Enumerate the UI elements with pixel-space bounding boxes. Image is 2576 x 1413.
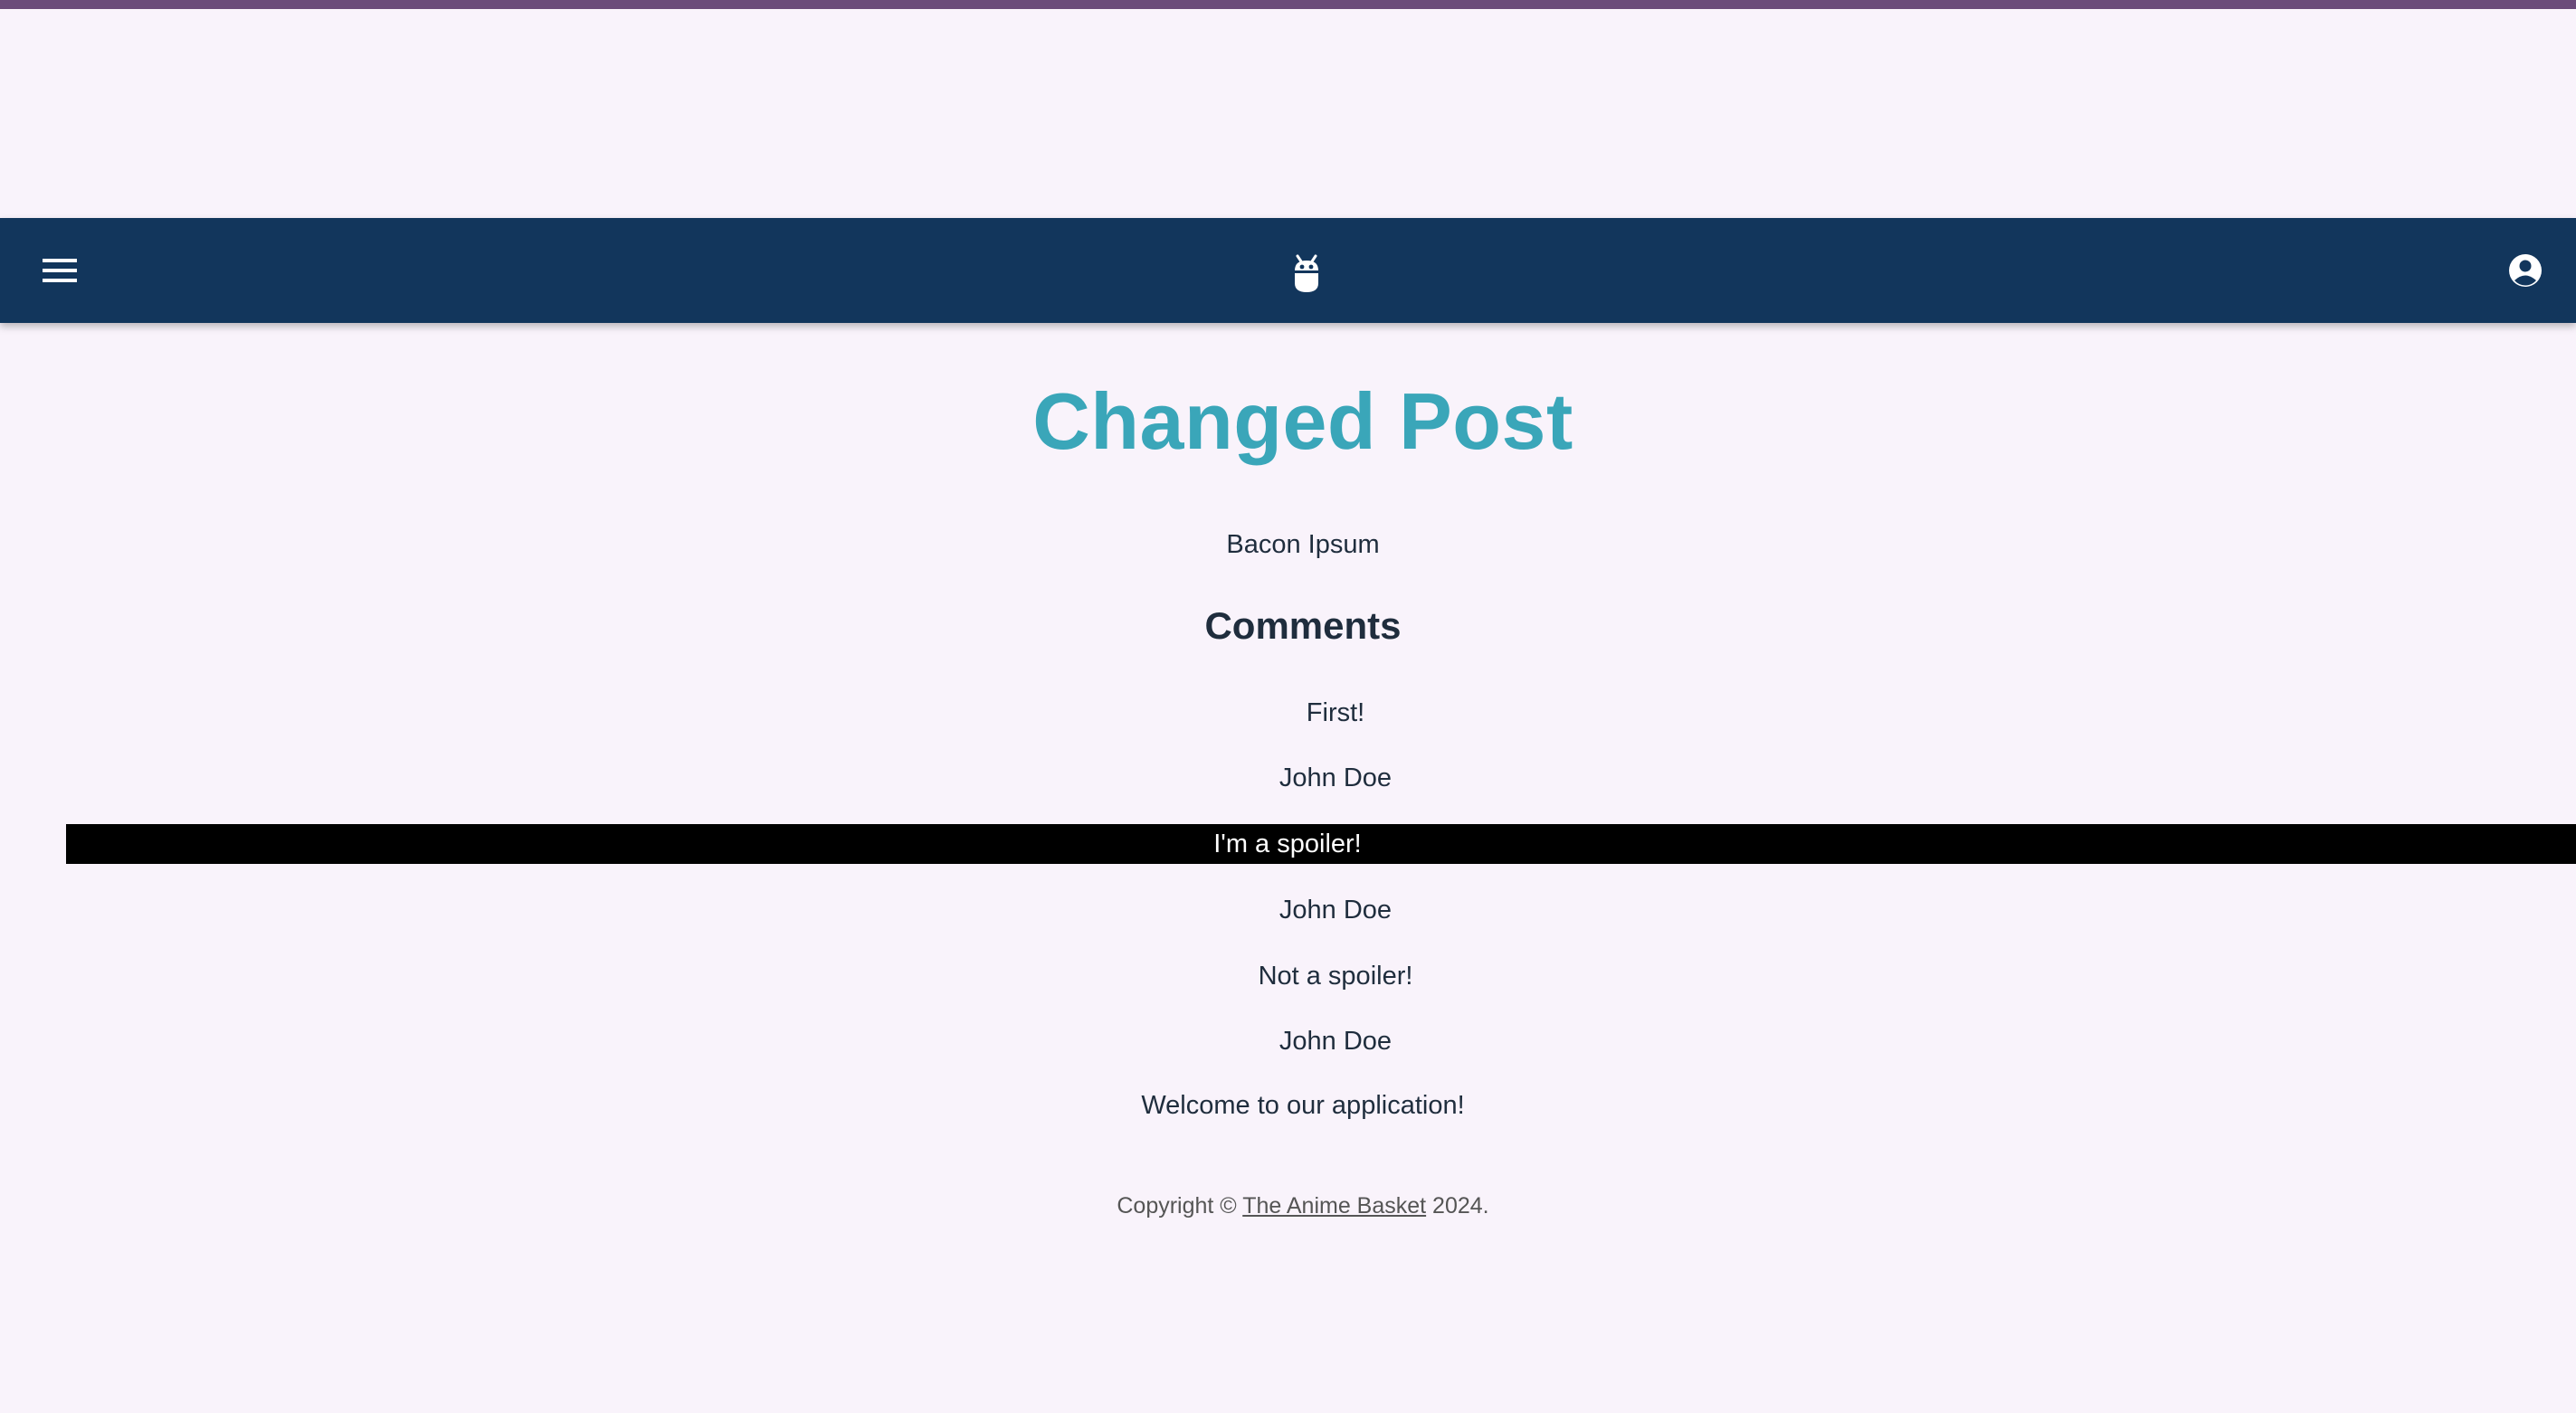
comment-text: First! xyxy=(1306,698,1365,727)
welcome-message: Welcome to our application! xyxy=(1141,1091,1465,1120)
bot-logo-icon xyxy=(1295,254,1318,292)
top-accent-strip xyxy=(0,0,2576,9)
app-bar xyxy=(0,218,2576,323)
hamburger-menu-icon[interactable] xyxy=(43,257,77,284)
post-body: Bacon Ipsum xyxy=(1226,530,1380,559)
menu-button[interactable] xyxy=(33,243,87,298)
spoiler-text: I'm a spoiler! xyxy=(1213,830,1362,858)
spoiler-comment[interactable]: I'm a spoiler! xyxy=(66,824,2576,864)
comment-text: Not a spoiler! xyxy=(1258,962,1413,991)
site-link[interactable]: The Anime Basket xyxy=(1242,1193,1426,1219)
footer: Copyright © The Anime Basket 2024. xyxy=(0,1193,2576,1219)
comments-heading: Comments xyxy=(1204,604,1402,647)
copyright-prefix: Copyright © xyxy=(1117,1193,1243,1219)
copyright-year: 2024. xyxy=(1426,1193,1489,1219)
account-circle-icon[interactable] xyxy=(2508,253,2543,288)
comment-author: John Doe xyxy=(1278,1027,1393,1056)
account-button[interactable] xyxy=(2498,243,2552,298)
comment-author: John Doe xyxy=(1278,896,1393,925)
comment-author: John Doe xyxy=(1278,763,1393,792)
post-title: Changed Post xyxy=(1032,376,1573,466)
app-logo[interactable] xyxy=(1279,247,1334,301)
